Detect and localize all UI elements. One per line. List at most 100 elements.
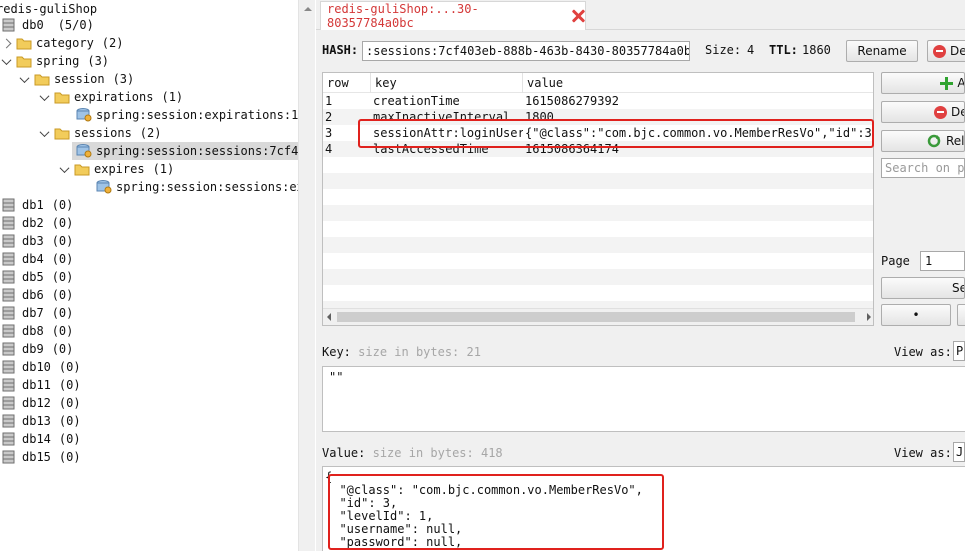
close-icon[interactable] — [571, 9, 585, 23]
tree-key-expirations[interactable]: spring:session:expirations:1 — [76, 106, 298, 124]
tree-db[interactable]: db4 (0) — [0, 250, 73, 268]
database-icon — [2, 396, 18, 410]
db-name: db5 — [22, 270, 44, 284]
delete-row-button[interactable]: De — [881, 101, 965, 123]
side-controls: A De Rel Search on pa Page 1 Se • — [881, 72, 965, 332]
hash-key-input[interactable]: :sessions:7cf403eb-888b-463b-8430-803577… — [362, 41, 690, 61]
tree-key-expires[interactable]: spring:session:sessions:ex — [96, 178, 298, 196]
key-view-as-select[interactable]: P — [953, 341, 965, 361]
reload-button[interactable]: Rel — [881, 130, 965, 152]
chevron-right-icon[interactable] — [0, 34, 12, 52]
tree-folder-category[interactable]: category (2) — [0, 34, 123, 52]
scroll-left-icon[interactable] — [327, 313, 331, 321]
tree-db0[interactable]: db0 (5/0) — [0, 16, 94, 34]
col-key[interactable]: key — [371, 73, 523, 93]
tree-db[interactable]: db13 (0) — [0, 412, 81, 430]
set-page-label: Se — [952, 281, 964, 295]
tree-db[interactable]: db8 (0) — [0, 322, 73, 340]
value-view-as-label: View as: — [894, 446, 952, 460]
chevron-down-icon[interactable] — [38, 88, 50, 106]
table-row[interactable] — [323, 189, 873, 205]
chevron-down-icon[interactable] — [0, 52, 12, 70]
sessions-key-label: spring:session:sessions:7cf4 — [96, 144, 298, 158]
folder-icon — [16, 54, 32, 68]
tree-db[interactable]: db14 (0) — [0, 430, 81, 448]
col-row[interactable]: row — [323, 73, 371, 93]
db-name: db2 — [22, 216, 44, 230]
delete-key-label: De — [950, 44, 965, 58]
key-size-hint: size in bytes: 21 — [358, 345, 481, 359]
table-row[interactable] — [323, 157, 873, 173]
table-row[interactable] — [323, 285, 873, 301]
table-row[interactable] — [323, 173, 873, 189]
hash-table[interactable]: row key value 1 creationTime 1615086279392… — [322, 72, 874, 326]
prev-page-button[interactable]: • — [881, 304, 951, 326]
table-row[interactable] — [323, 205, 873, 221]
tab-key-detail[interactable]: redis-guliShop:...30-80357784a0bc — [320, 1, 586, 30]
session-count: (3) — [112, 72, 135, 86]
table-row[interactable] — [323, 269, 873, 285]
tree-db[interactable]: db15 (0) — [0, 448, 81, 466]
tree-folder-expires[interactable]: expires (1) — [58, 160, 174, 178]
key-label: Key: — [322, 345, 351, 359]
table-row[interactable] — [323, 253, 873, 269]
db-count: (0) — [51, 216, 74, 230]
db-name: db7 — [22, 306, 44, 320]
table-header: row key value — [323, 73, 873, 93]
expirations-name: expirations — [74, 90, 154, 104]
search-input[interactable]: Search on pa — [881, 158, 965, 178]
page-input[interactable]: 1 — [920, 251, 965, 271]
col-value[interactable]: value — [523, 73, 873, 93]
table-row[interactable] — [323, 221, 873, 237]
tree-folder-spring[interactable]: spring (3) — [0, 52, 109, 70]
tree-key-sessions-selected[interactable]: spring:session:sessions:7cf4 — [72, 142, 298, 160]
expires-key-label: spring:session:sessions:ex — [116, 180, 298, 194]
tree-db[interactable]: db9 (0) — [0, 340, 73, 358]
spring-count: (3) — [87, 54, 110, 68]
key-editor[interactable]: "" — [322, 366, 965, 432]
chevron-down-icon[interactable] — [18, 70, 30, 88]
key-icon — [76, 144, 92, 158]
tree-db[interactable]: db5 (0) — [0, 268, 73, 286]
delete-key-button[interactable]: De — [927, 40, 965, 62]
add-row-button[interactable]: A — [881, 72, 965, 94]
value-view-as-select[interactable]: J — [953, 442, 965, 462]
set-page-button[interactable]: Se — [881, 277, 965, 299]
sessions-count: (2) — [139, 126, 162, 140]
table-hscrollbar[interactable] — [323, 308, 873, 325]
tree-folder-session[interactable]: session (3) — [18, 70, 134, 88]
scroll-up-icon[interactable] — [299, 0, 316, 17]
tree-db[interactable]: db7 (0) — [0, 304, 73, 322]
folder-icon — [16, 36, 32, 50]
chevron-down-icon[interactable] — [38, 124, 50, 142]
chevron-down-icon[interactable] — [58, 160, 70, 178]
tree-db[interactable]: db10 (0) — [0, 358, 81, 376]
value-size-hint: size in bytes: 418 — [372, 446, 503, 460]
tree-db[interactable]: db6 (0) — [0, 286, 73, 304]
key-icon — [76, 108, 92, 122]
tree-db[interactable]: db3 (0) — [0, 232, 73, 250]
highlight-box-value — [328, 474, 664, 550]
scroll-thumb[interactable] — [337, 312, 855, 322]
key-detail-panel: redis-guliShop:...30-80357784a0bc HASH: … — [316, 0, 965, 551]
tree-db[interactable]: db1 (0) — [0, 196, 73, 214]
row-index: 1 — [325, 94, 333, 108]
tree-folder-expirations[interactable]: expirations (1) — [38, 88, 183, 106]
tree-db[interactable]: db11 (0) — [0, 376, 81, 394]
next-page-button[interactable] — [957, 304, 965, 326]
rename-button[interactable]: Rename — [846, 40, 918, 62]
table-row[interactable] — [323, 237, 873, 253]
size-label: Size: — [705, 43, 742, 57]
db-count: (0) — [51, 306, 74, 320]
tree-db[interactable]: db12 (0) — [0, 394, 81, 412]
scroll-right-icon[interactable] — [867, 313, 871, 321]
value-section-label: Value: size in bytes: 418 — [322, 446, 503, 460]
tree-scrollbar[interactable] — [298, 0, 315, 551]
tree-db[interactable]: db2 (0) — [0, 214, 73, 232]
size-value: 4 — [747, 43, 755, 57]
database-icon — [2, 234, 18, 248]
db-name: db8 — [22, 324, 44, 338]
tree-folder-sessions[interactable]: sessions (2) — [38, 124, 161, 142]
table-row[interactable]: 1 creationTime 1615086279392 — [323, 93, 873, 109]
database-icon — [2, 342, 18, 356]
